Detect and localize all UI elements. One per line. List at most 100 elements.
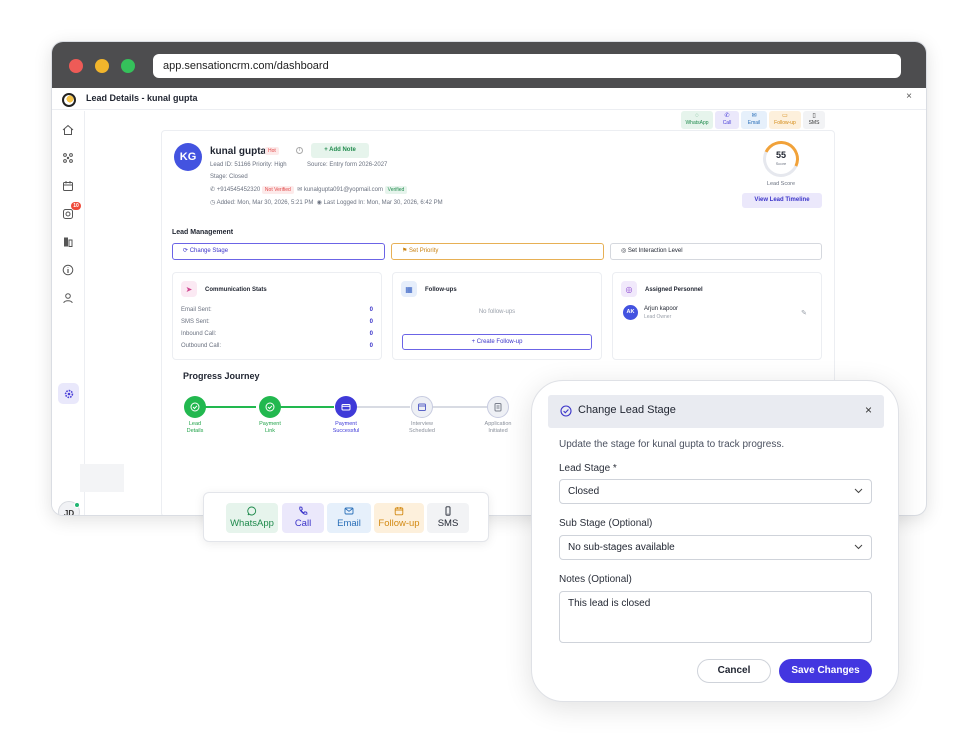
priority-tag: Hot [265, 147, 279, 155]
info-icon[interactable]: i [296, 147, 303, 154]
stat-value: 0 [369, 307, 373, 313]
close-window-dot[interactable] [69, 59, 83, 73]
notes-label: Notes (Optional) [559, 574, 632, 585]
url-bar[interactable]: app.sensationcrm.com/dashboard [153, 54, 901, 78]
calendar-icon [374, 506, 424, 518]
change-lead-stage-dialog: Change Lead Stage × Update the stage for… [531, 380, 899, 702]
lead-score-inner-label: Score [775, 161, 787, 166]
email-mini-label: Email [747, 120, 761, 126]
set-priority-button[interactable]: ⚑ Set Priority [391, 243, 604, 260]
journey-step-payment-successful [335, 396, 357, 418]
call-label: Call [294, 518, 312, 529]
sidebar: 10 [52, 111, 85, 515]
followup-label: Follow-up [378, 518, 420, 529]
followup-mini-button[interactable]: ▭ Follow-up [769, 111, 801, 129]
target-icon: ◎ [621, 281, 637, 297]
step-label-line: Lead [188, 421, 202, 427]
followup-button[interactable]: Follow-up [374, 503, 424, 533]
set-priority-label: Set Priority [409, 248, 439, 254]
sub-stage-select[interactable]: No sub-stages available [559, 535, 872, 560]
stat-label: Outbound Call: [181, 343, 222, 349]
step-label-line: Initiated [488, 428, 508, 434]
maximize-window-dot[interactable] [121, 59, 135, 73]
mobile-icon [427, 506, 469, 518]
mail-icon: ✉ [297, 187, 303, 193]
lead-stage: Stage: Closed [210, 174, 248, 180]
phone-status-badge: Not Verified [261, 186, 294, 194]
whatsapp-button[interactable]: WhatsApp [226, 503, 278, 533]
sms-mini-label: SMS [808, 120, 820, 126]
journey-step-interview-scheduled [411, 396, 433, 418]
home-icon[interactable] [61, 123, 75, 137]
email-label: Email [337, 518, 361, 529]
stat-label: Inbound Call: [181, 331, 217, 337]
phone-icon: ✆ [210, 187, 216, 193]
call-mini-button[interactable]: ✆ Call [715, 111, 739, 129]
mobile-icon: ▯ [812, 113, 816, 119]
check-icon [265, 402, 275, 412]
stat-row-sms: SMS Sent: 0 [181, 319, 373, 325]
close-icon[interactable]: × [906, 91, 912, 102]
settings-icon[interactable] [62, 387, 76, 401]
followups-panel: ▦ Follow-ups No follow-ups + Create Foll… [392, 272, 602, 360]
progress-journey-title: Progress Journey [183, 371, 260, 381]
step-label-line: Interview [410, 421, 433, 427]
sms-button[interactable]: SMS [427, 503, 469, 533]
user-icon[interactable] [61, 291, 75, 305]
info-icon[interactable] [61, 263, 75, 277]
followups-empty-text: No follow-ups [478, 309, 516, 315]
call-button[interactable]: Call [282, 503, 324, 533]
edit-icon[interactable]: ✎ [801, 309, 807, 317]
journey-step-label: Payment Successful [316, 421, 376, 435]
target-icon: ◎ [621, 248, 628, 254]
journey-connector [205, 406, 256, 408]
send-icon: ➤ [181, 281, 197, 297]
journey-step-label: Payment Link [240, 421, 300, 435]
whatsapp-icon: ◌ [695, 113, 699, 119]
journey-step-lead-details [184, 396, 206, 418]
check-icon [190, 402, 200, 412]
stat-label: Email Sent: [181, 307, 212, 313]
close-icon[interactable]: × [865, 403, 872, 417]
lead-score-value: 55 [775, 150, 786, 160]
email-mini-button[interactable]: ✉ Email [741, 111, 767, 129]
documents-icon[interactable] [61, 235, 75, 249]
notes-textarea[interactable]: This lead is closed [559, 591, 872, 643]
lead-stage-label: Lead Stage * [559, 463, 617, 474]
calendar-icon: ▦ [401, 281, 417, 297]
flag-icon: ⚑ [402, 248, 410, 254]
sms-mini-button[interactable]: ▯ SMS [803, 111, 825, 129]
clock-icon: ◷ [210, 200, 216, 206]
call-mini-label: Call [722, 120, 732, 126]
calendar-icon[interactable] [61, 179, 75, 193]
stat-row-email: Email Sent: 0 [181, 307, 373, 313]
calendar-icon: ▭ [782, 113, 788, 119]
step-label-line: Successful [332, 428, 360, 434]
journey-step-label: Lead Details [165, 421, 225, 435]
set-interaction-label: Set Interaction Level [627, 248, 683, 254]
whatsapp-mini-button[interactable]: ◌ WhatsApp [681, 111, 713, 129]
step-label-line: Application [484, 421, 512, 427]
calendar-icon [418, 403, 426, 411]
stat-value: 0 [369, 319, 373, 325]
lead-phone-row: ✆ +914545452320 Not Verified ✉ kunalgupt… [210, 186, 408, 194]
stat-row-outbound: Outbound Call: 0 [181, 343, 373, 349]
view-lead-timeline-button[interactable]: View Lead Timeline [742, 193, 822, 208]
top-contact-actions: ◌ WhatsApp ✆ Call ✉ Email ▭ Follow-up ▯ SMS [681, 111, 825, 129]
minimize-window-dot[interactable] [95, 59, 109, 73]
step-label-line: Scheduled [409, 428, 435, 434]
lead-stage-value: Closed [568, 486, 600, 497]
lead-stage-select[interactable]: Closed [559, 479, 872, 504]
phone-icon [282, 506, 324, 518]
email-button[interactable]: Email [327, 503, 371, 533]
change-stage-button[interactable]: ⟳ Change Stage [172, 243, 385, 260]
network-icon[interactable] [61, 151, 75, 165]
set-interaction-button[interactable]: ◎ Set Interaction Level [610, 243, 822, 260]
add-note-button[interactable]: + Add Note [311, 143, 369, 158]
whatsapp-icon [226, 506, 278, 518]
create-followup-button[interactable]: + Create Follow-up [402, 334, 592, 350]
step-label-line: Link [264, 428, 276, 434]
save-changes-button[interactable]: Save Changes [779, 659, 872, 683]
step-label-line: Payment [259, 421, 281, 427]
cancel-button[interactable]: Cancel [697, 659, 771, 683]
